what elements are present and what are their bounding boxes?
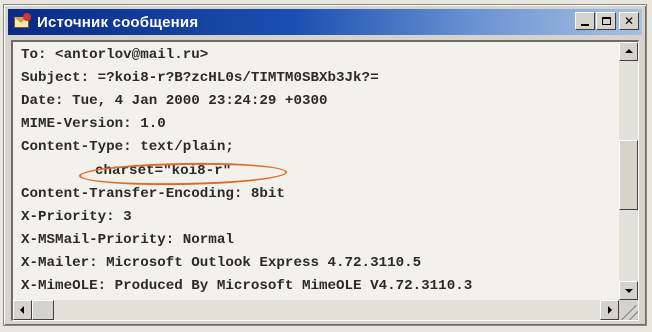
arrow-up-icon <box>625 49 633 53</box>
window-title: Источник сообщения <box>37 13 199 31</box>
message-source-text[interactable]: To: <antorlov@mail.ru> Subject: =?koi8-r… <box>13 42 619 300</box>
title-bar[interactable]: Источник сообщения ✕ <box>8 9 642 35</box>
envelope-icon[interactable] <box>13 13 31 31</box>
scroll-right-button[interactable] <box>600 300 619 320</box>
scroll-down-button[interactable] <box>619 281 638 300</box>
arrow-down-icon <box>625 289 633 293</box>
header-line-mailer: X-Mailer: Microsoft Outlook Express 4.72… <box>21 255 422 271</box>
header-line-transfer-encoding: Content-Transfer-Encoding: 8bit <box>21 186 285 202</box>
resize-grip-icon[interactable] <box>619 300 638 320</box>
arrow-left-icon <box>20 306 24 314</box>
header-line-priority: X-Priority: 3 <box>21 209 132 225</box>
minimize-icon <box>581 24 589 26</box>
vertical-scrollbar[interactable] <box>619 42 638 300</box>
header-line-mime-version: MIME-Version: 1.0 <box>21 116 166 132</box>
scroll-left-button[interactable] <box>13 300 32 320</box>
header-line-msmail-priority: X-MSMail-Priority: Normal <box>21 232 234 248</box>
header-line-content-type: Content-Type: text/plain; <box>21 139 234 155</box>
header-line-date: Date: Tue, 4 Jan 2000 23:24:29 +0300 <box>21 93 328 109</box>
minimize-button[interactable] <box>575 12 595 30</box>
close-button[interactable]: ✕ <box>619 12 639 30</box>
header-line-subject: Subject: =?koi8-r?B?zcHL0s/TIMTM0SBXb3Jk… <box>21 70 379 86</box>
message-source-window: Источник сообщения ✕ To: <antorlov@mail.… <box>3 4 647 326</box>
close-icon: ✕ <box>623 14 635 28</box>
header-line-mimeole: X-MimeOLE: Produced By Microsoft MimeOLE… <box>21 278 473 294</box>
vertical-scroll-thumb[interactable] <box>619 140 638 210</box>
header-line-to: To: <antorlov@mail.ru> <box>21 47 209 63</box>
maximize-button[interactable] <box>596 12 616 30</box>
maximize-icon <box>601 17 611 25</box>
message-source-view[interactable]: To: <antorlov@mail.ru> Subject: =?koi8-r… <box>11 40 639 321</box>
horizontal-scrollbar[interactable] <box>13 300 619 320</box>
horizontal-scroll-thumb[interactable] <box>32 300 54 320</box>
scroll-up-button[interactable] <box>619 42 638 61</box>
arrow-right-icon <box>608 306 612 314</box>
